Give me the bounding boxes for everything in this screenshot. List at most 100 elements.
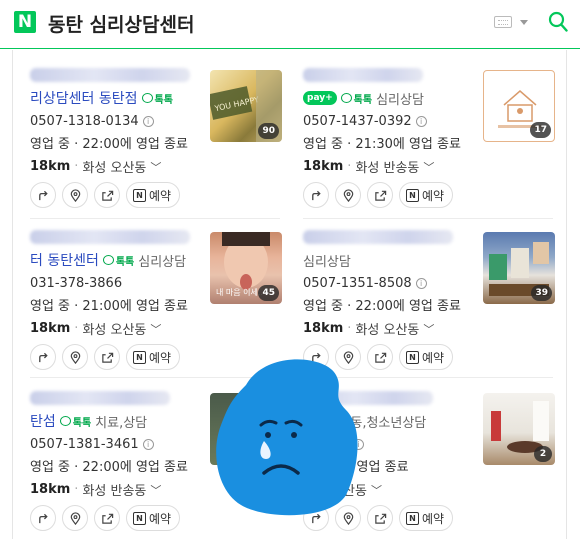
- chevron-down-icon[interactable]: ﹀: [150, 321, 161, 337]
- listing-thumbnail[interactable]: YOU HAPPY 90: [210, 70, 282, 142]
- naver-logo[interactable]: N: [14, 11, 36, 33]
- listing-thumbnail[interactable]: 39: [483, 232, 555, 304]
- reserve-button[interactable]: N 예약: [126, 505, 181, 531]
- area: 화성 오산동: [82, 323, 147, 338]
- listing-name[interactable]: 터 동탄센터: [30, 250, 99, 270]
- listing-name[interactable]: 탄섬: [30, 411, 56, 431]
- directions-button[interactable]: [30, 505, 56, 531]
- area: 화성 반송동: [355, 161, 420, 176]
- reserve-button[interactable]: N 예약: [399, 344, 454, 370]
- naver-booking-icon: N: [406, 350, 419, 364]
- action-bar: N 예약: [30, 505, 181, 531]
- search-header: N 동탄 심리상담센터: [0, 0, 580, 49]
- naver-booking-icon: N: [406, 511, 419, 525]
- photo-count-badge: 39: [531, 285, 552, 301]
- phone-number[interactable]: 0507-1437-0392: [303, 114, 412, 129]
- action-bar: N 예약: [303, 182, 454, 208]
- talktalk-badge[interactable]: 톡톡: [59, 414, 91, 429]
- keyboard-icon[interactable]: [494, 16, 512, 28]
- category: 심리상담: [376, 92, 424, 108]
- directions-button[interactable]: [30, 182, 56, 208]
- action-bar: N 예약: [30, 344, 181, 370]
- naver-booking-icon: N: [133, 350, 146, 364]
- share-icon: [374, 190, 386, 201]
- search-icon[interactable]: [548, 11, 568, 33]
- share-button[interactable]: [94, 505, 120, 531]
- naver-booking-icon: N: [406, 188, 419, 202]
- listing-thumbnail[interactable]: 17: [483, 70, 555, 142]
- phone-number[interactable]: 031-378-3866: [30, 276, 122, 291]
- thumbnail-caption: 내 마음 이세..: [216, 288, 263, 297]
- chevron-down-icon[interactable]: ﹀: [423, 159, 434, 175]
- share-icon: [374, 513, 386, 524]
- area: 화성 오산동: [82, 161, 147, 176]
- npay-badge[interactable]: pay +: [303, 91, 337, 105]
- share-icon: [101, 513, 113, 524]
- location-pin-icon: [70, 350, 80, 364]
- photo-count-badge: 90: [258, 123, 279, 139]
- distance: 18km: [30, 482, 71, 497]
- naver-booking-icon: N: [133, 511, 146, 525]
- photo-count-badge: 45: [258, 285, 279, 301]
- category: 심리상담: [303, 254, 351, 270]
- info-icon[interactable]: i: [142, 116, 154, 127]
- directions-button[interactable]: [303, 182, 329, 208]
- blurred-name-line: [303, 230, 453, 244]
- listing-thumbnail[interactable]: 2: [483, 393, 555, 465]
- reserve-button[interactable]: N 예약: [126, 182, 181, 208]
- location-row[interactable]: 18km · 화성 반송동 ﹀: [303, 157, 555, 176]
- map-button[interactable]: [62, 344, 88, 370]
- blurred-name-line: [303, 68, 423, 82]
- photo-count-badge: 17: [530, 122, 551, 138]
- phone-number[interactable]: 0507-1381-3461: [30, 437, 139, 452]
- location-row[interactable]: 18km · 화성 오산동 ﹀: [30, 157, 282, 176]
- search-query[interactable]: 동탄 심리상담센터: [48, 10, 194, 37]
- directions-icon: [38, 352, 48, 362]
- location-pin-icon: [70, 511, 80, 525]
- chat-icon: [59, 416, 71, 426]
- listing-name[interactable]: 리상담센터 동탄점: [30, 88, 138, 108]
- reserve-button[interactable]: N 예약: [399, 505, 454, 531]
- info-icon[interactable]: i: [142, 439, 154, 450]
- chevron-down-icon[interactable]: ﹀: [371, 482, 382, 498]
- listing-card[interactable]: 리상담센터 동탄점 톡톡 0507-1318-0134 i 영업 중 · 22:0…: [30, 60, 282, 220]
- chevron-down-icon[interactable]: ﹀: [150, 482, 161, 498]
- frame-border-right: [566, 50, 567, 539]
- share-button[interactable]: [94, 344, 120, 370]
- talktalk-badge[interactable]: 톡톡: [340, 91, 372, 106]
- map-button[interactable]: [335, 182, 361, 208]
- directions-icon: [311, 190, 321, 200]
- reserve-button[interactable]: N 예약: [126, 344, 181, 370]
- location-row[interactable]: 18km · 화성 오산동 ﹀: [30, 319, 282, 338]
- blurred-name-line: [30, 391, 170, 405]
- chevron-down-icon[interactable]: ﹀: [150, 159, 161, 175]
- map-button[interactable]: [62, 505, 88, 531]
- location-pin-icon: [343, 188, 353, 202]
- distance: 18km: [303, 321, 344, 336]
- location-row[interactable]: 18km · 화성 오산동 ﹀: [303, 319, 555, 338]
- blurred-name-line: [30, 230, 190, 244]
- location-pin-icon: [70, 188, 80, 202]
- listing-card[interactable]: pay + 톡톡 심리상담 0507-1437-0392 i 영업 중 · 21:3…: [303, 60, 555, 220]
- map-button[interactable]: [62, 182, 88, 208]
- phone-number[interactable]: 0507-1351-8508: [303, 276, 412, 291]
- info-icon[interactable]: i: [415, 278, 427, 289]
- talktalk-badge[interactable]: 톡톡: [141, 91, 173, 106]
- listing-thumbnail[interactable]: 내 마음 이세.. 45: [210, 232, 282, 304]
- share-icon: [101, 190, 113, 201]
- chat-icon: [102, 255, 114, 265]
- chevron-down-icon[interactable]: [520, 20, 528, 25]
- reserve-button[interactable]: N 예약: [399, 182, 454, 208]
- chevron-down-icon[interactable]: ﹀: [423, 321, 434, 337]
- phone-number[interactable]: 0507-1318-0134: [30, 114, 139, 129]
- info-icon[interactable]: i: [415, 116, 427, 127]
- frame-border-left: [12, 50, 13, 539]
- directions-icon: [38, 190, 48, 200]
- directions-button[interactable]: [30, 344, 56, 370]
- blurred-name-line: [30, 68, 190, 82]
- talktalk-badge[interactable]: 톡톡: [102, 253, 134, 268]
- share-icon: [374, 352, 386, 363]
- share-button[interactable]: [94, 182, 120, 208]
- share-button[interactable]: [367, 182, 393, 208]
- category: 심리상담: [138, 254, 187, 270]
